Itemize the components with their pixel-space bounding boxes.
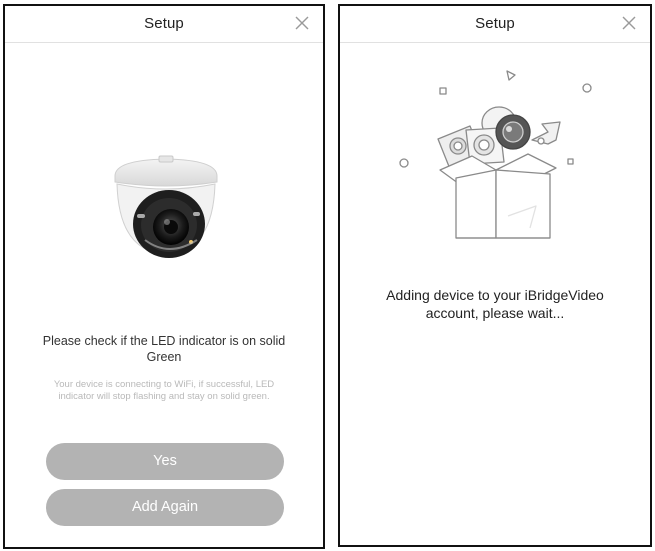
close-icon[interactable] — [620, 14, 638, 32]
page-title: Setup — [475, 15, 515, 32]
page-title: Setup — [144, 15, 184, 32]
add-again-button[interactable]: Add Again — [46, 489, 284, 526]
connection-hint: Your device is connecting to WiFi, if su… — [53, 379, 275, 402]
setup-screen-adding-device: Setup Adding device to your iBridgeVideo… — [338, 4, 652, 547]
dome-camera-icon — [107, 154, 225, 271]
yes-button[interactable]: Yes — [46, 443, 284, 480]
close-icon[interactable] — [293, 14, 311, 32]
setup-screen-led-check: Setup Please check if the LED indicator … — [3, 4, 325, 549]
header-bar: Setup — [5, 6, 323, 43]
gift-box-icon — [396, 66, 596, 251]
adding-device-status: Adding device to your iBridgeVideo accou… — [386, 287, 604, 321]
led-check-prompt: Please check if the LED indicator is on … — [42, 334, 286, 364]
header-bar: Setup — [340, 6, 650, 43]
